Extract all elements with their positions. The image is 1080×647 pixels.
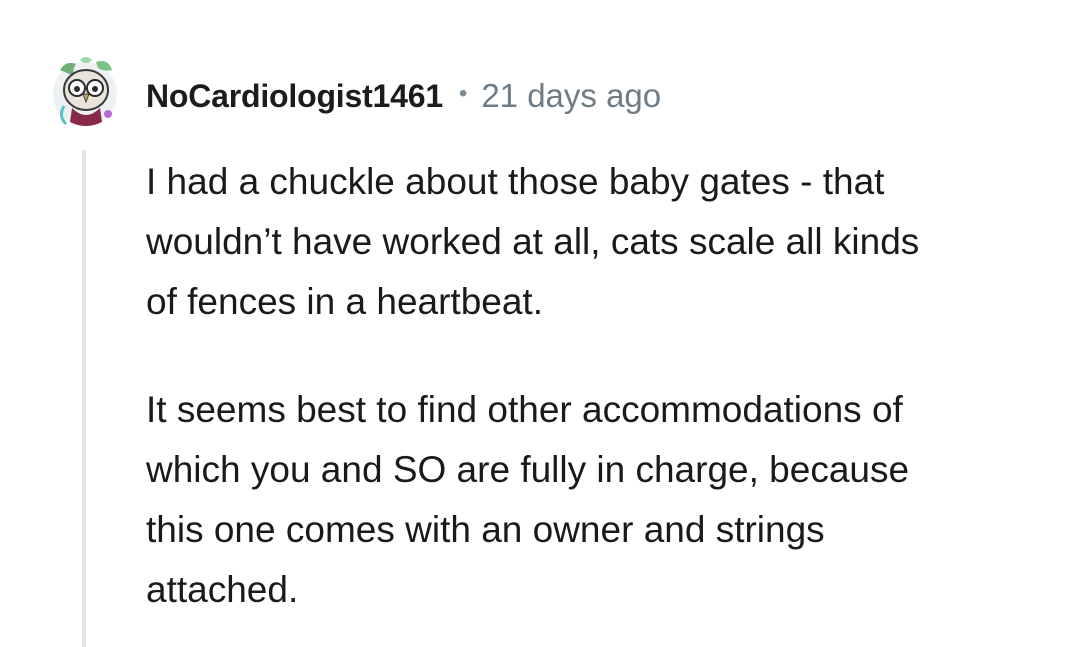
comment-timestamp: 21 days ago [481, 77, 662, 114]
comment-line: of fences in a heartbeat. [146, 281, 543, 322]
comment-line: It seems best to find other accommodatio… [146, 389, 903, 430]
owl-avatar-icon [53, 57, 117, 126]
avatar[interactable] [52, 56, 118, 128]
comment-paragraph: I had a chuckle about those baby gates -… [146, 152, 1046, 332]
comment-meta: NoCardiologist1461 • 21 days ago [146, 74, 661, 118]
comment-line: this one comes with an owner and strings [146, 509, 825, 550]
comment: NoCardiologist1461 • 21 days ago I had a… [0, 0, 1080, 647]
comment-line: I had a chuckle about those baby gates -… [146, 161, 885, 202]
author-username[interactable]: NoCardiologist1461 [146, 78, 443, 115]
comment-line: which you and SO are fully in charge, be… [146, 449, 910, 490]
thread-line[interactable] [82, 150, 86, 647]
comment-line: attached. [146, 569, 299, 610]
comment-line: wouldn’t have worked at all, cats scale … [146, 221, 920, 262]
comment-body: I had a chuckle about those baby gates -… [146, 152, 1046, 620]
meta-separator: • [458, 80, 468, 107]
comment-paragraph: It seems best to find other accommodatio… [146, 380, 1046, 620]
